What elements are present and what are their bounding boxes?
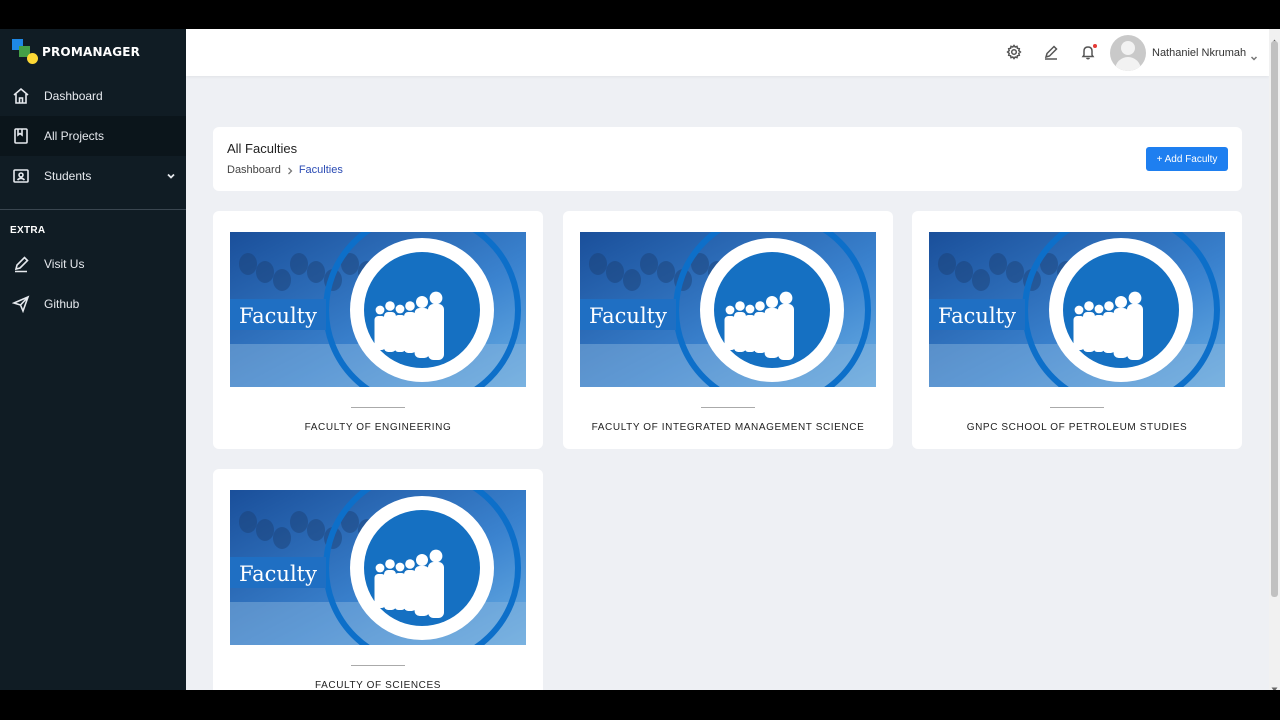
breadcrumb: Dashboard Faculties xyxy=(227,164,343,176)
faculty-image-label: Faculty xyxy=(239,304,317,328)
chevron-right-icon xyxy=(287,166,293,175)
app-window: PROMANAGER Dashboard All Projects Studen… xyxy=(0,29,1280,690)
logo-text: PROMANAGER xyxy=(42,45,141,59)
faculty-card[interactable]: Faculty FACULTY OF SCIENCES xyxy=(213,469,543,690)
add-faculty-button[interactable]: + Add Faculty xyxy=(1146,147,1228,171)
page-scrollbar[interactable] xyxy=(1269,29,1280,690)
faculty-image-label: Faculty xyxy=(239,562,317,586)
top-bar: Nathaniel Nkrumah xyxy=(186,29,1269,76)
faculty-card[interactable]: Faculty FACULTY OF INTEGRATED MANAGEMENT… xyxy=(563,211,893,449)
user-menu[interactable]: Nathaniel Nkrumah xyxy=(1110,35,1258,71)
sidebar-item-label: Visit Us xyxy=(44,257,85,271)
edit-icon[interactable] xyxy=(1042,43,1060,61)
book-icon xyxy=(12,127,30,145)
sidebar-section-label: EXTRA xyxy=(10,225,46,236)
sidebar-item-label: All Projects xyxy=(44,129,105,143)
sidebar-item-label: Github xyxy=(44,297,80,311)
sidebar-item-label: Dashboard xyxy=(44,89,103,103)
faculty-illustration: Faculty xyxy=(230,232,526,387)
logo-mark-icon xyxy=(12,39,40,65)
card-divider xyxy=(1050,407,1104,408)
sidebar-item-label: Students xyxy=(44,169,92,183)
breadcrumb-link-dashboard[interactable]: Dashboard xyxy=(227,164,281,176)
faculty-name: FACULTY OF ENGINEERING xyxy=(304,422,452,433)
faculty-name: FACULTY OF SCIENCES xyxy=(314,680,442,690)
home-icon xyxy=(12,87,30,105)
faculty-name: GNPC SCHOOL OF PETROLEUM STUDIES xyxy=(966,422,1188,433)
faculty-illustration: Faculty xyxy=(929,232,1225,387)
logo[interactable]: PROMANAGER xyxy=(12,39,140,65)
faculty-image: Faculty xyxy=(929,232,1225,387)
page-title: All Faculties xyxy=(227,141,298,156)
scrollbar-thumb[interactable] xyxy=(1271,41,1278,597)
faculty-card[interactable]: Faculty GNPC SCHOOL OF PETROLEUM STUDIES xyxy=(912,211,1242,449)
scroll-up-arrow-icon[interactable] xyxy=(1271,32,1278,44)
chevron-down-icon xyxy=(166,170,176,180)
sidebar-item-students[interactable]: Students xyxy=(0,156,186,196)
bell-icon[interactable] xyxy=(1079,43,1097,61)
faculty-card[interactable]: Faculty FACULTY OF ENGINEERING xyxy=(213,211,543,449)
pencil-icon xyxy=(12,255,30,273)
breadcrumb-current: Faculties xyxy=(298,164,343,176)
card-divider xyxy=(701,407,755,408)
card-divider xyxy=(351,407,405,408)
faculty-image-label: Faculty xyxy=(938,304,1016,328)
faculty-image: Faculty xyxy=(230,490,526,645)
sidebar-item-dashboard[interactable]: Dashboard xyxy=(0,76,186,116)
sidebar-item-visit-us[interactable]: Visit Us xyxy=(0,244,186,284)
chevron-down-icon xyxy=(1250,49,1258,61)
scroll-down-arrow-icon[interactable] xyxy=(1271,680,1278,690)
faculty-illustration: Faculty xyxy=(580,232,876,387)
sidebar-item-github[interactable]: Github xyxy=(0,284,186,324)
sidebar-divider xyxy=(0,209,186,210)
notification-dot xyxy=(1093,44,1097,48)
faculty-image-label: Faculty xyxy=(589,304,667,328)
sidebar-item-all-projects[interactable]: All Projects xyxy=(0,116,186,156)
send-icon xyxy=(12,295,30,313)
sidebar: PROMANAGER Dashboard All Projects Studen… xyxy=(0,29,186,690)
faculty-name: FACULTY OF INTEGRATED MANAGEMENT SCIENCE xyxy=(591,422,865,433)
user-name: Nathaniel Nkrumah xyxy=(1152,47,1247,59)
id-card-icon xyxy=(12,167,30,185)
faculty-image: Faculty xyxy=(230,232,526,387)
gear-icon[interactable] xyxy=(1005,43,1023,61)
card-divider xyxy=(351,665,405,666)
avatar xyxy=(1110,35,1146,71)
faculty-image: Faculty xyxy=(580,232,876,387)
page-header-card: All Faculties Dashboard Faculties + Add … xyxy=(213,127,1242,191)
faculty-illustration: Faculty xyxy=(230,490,526,645)
